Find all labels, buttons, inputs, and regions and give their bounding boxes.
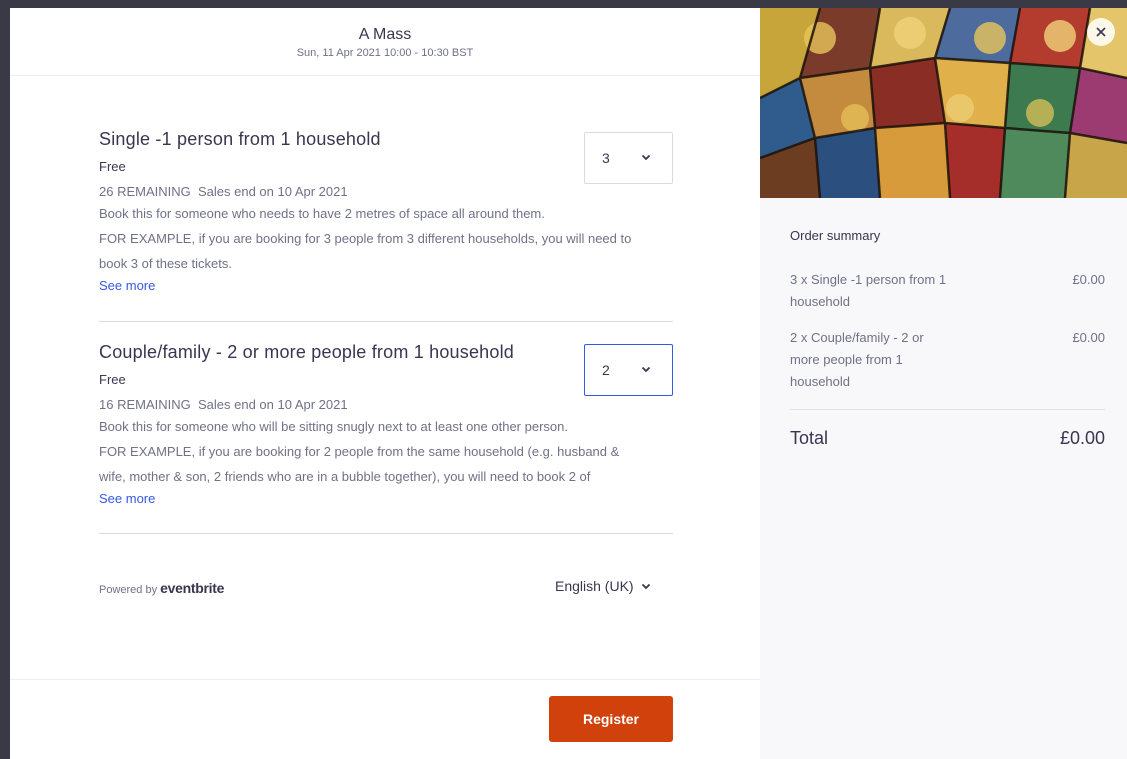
ticket-meta: 16 REMAINING Sales end on 10 Apr 2021 [99,397,673,412]
ticket-divider [99,533,673,534]
order-summary-panel: Order summary 3 x Single -1 person from … [760,8,1127,759]
chevron-down-icon [641,366,651,373]
ticket-sales-end: Sales end on 10 Apr 2021 [197,184,348,199]
powered-by: Powered by eventbrite [99,580,224,596]
summary-line-desc: 2 x Couple/family - 2 or more people fro… [790,330,924,389]
close-icon [1096,27,1106,37]
see-more-link[interactable]: See more [99,278,155,293]
ticket-couple-family: Couple/family - 2 or more people from 1 … [99,342,673,534]
description-line: wife, mother & son, 2 friends who are in… [99,469,591,484]
language-label: English (UK) [555,578,634,594]
quantity-value: 3 [602,150,610,166]
stained-glass-image [760,8,1127,198]
ticket-description: Book this for someone who will be sittin… [99,414,673,489]
description-line: FOR EXAMPLE, if you are booking for 2 pe… [99,444,620,459]
event-header: A Mass Sun, 11 Apr 2021 10:00 - 10:30 BS… [10,8,760,76]
checkout-footer: Register [10,679,760,759]
summary-line: 2 x Couple/family - 2 or more people fro… [790,327,1105,393]
ticket-divider [99,321,673,322]
ticket-description: Book this for someone who needs to have … [99,201,673,276]
description-line: FOR EXAMPLE, if you are booking for 3 pe… [99,231,632,246]
total-amount: £0.00 [1059,428,1105,448]
stained-glass-artwork [760,8,1127,198]
summary-line-amount: £0.00 [1072,272,1105,287]
order-summary-heading: Order summary [790,228,881,243]
language-select[interactable]: English (UK) [555,578,652,594]
register-button[interactable]: Register [549,696,673,742]
ticket-remaining: 26 REMAINING [99,184,191,199]
order-summary: Order summary 3 x Single -1 person from … [760,198,1127,449]
quantity-select[interactable]: 2 [584,344,673,396]
summary-line-desc: 3 x Single -1 person from 1 household [790,272,947,309]
quantity-select[interactable]: 3 [584,132,673,184]
event-datetime: Sun, 11 Apr 2021 10:00 - 10:30 BST [296,47,474,59]
description-line: Book this for someone who needs to have … [99,206,545,221]
close-button[interactable] [1087,18,1115,46]
ticket-meta: 26 REMAINING Sales end on 10 Apr 2021 [99,184,673,199]
ticket-panel: A Mass Sun, 11 Apr 2021 10:00 - 10:30 BS… [10,8,760,759]
event-title: A Mass [358,26,412,43]
ticket-sales-end: Sales end on 10 Apr 2021 [197,397,348,412]
see-more-link[interactable]: See more [99,491,155,506]
checkout-modal: A Mass Sun, 11 Apr 2021 10:00 - 10:30 BS… [10,8,1127,759]
description-line: Book this for someone who will be sittin… [99,419,568,434]
summary-line-amount: £0.00 [1072,330,1105,345]
chevron-down-icon [641,583,650,590]
summary-divider [790,409,1105,410]
quantity-value: 2 [602,362,610,378]
eventbrite-logo[interactable]: eventbrite [160,580,224,596]
chevron-down-icon [641,154,651,161]
ticket-remaining: 16 REMAINING [99,397,191,412]
summary-total: Total £0.00 [790,428,1105,449]
summary-line: 3 x Single -1 person from 1 household £0… [790,269,1105,313]
total-label: Total [790,428,829,448]
powered-by-text: Powered by [99,584,158,596]
description-line: book 3 of these tickets. [99,256,232,271]
ticket-single: Single -1 person from 1 household Free 2… [99,129,673,322]
